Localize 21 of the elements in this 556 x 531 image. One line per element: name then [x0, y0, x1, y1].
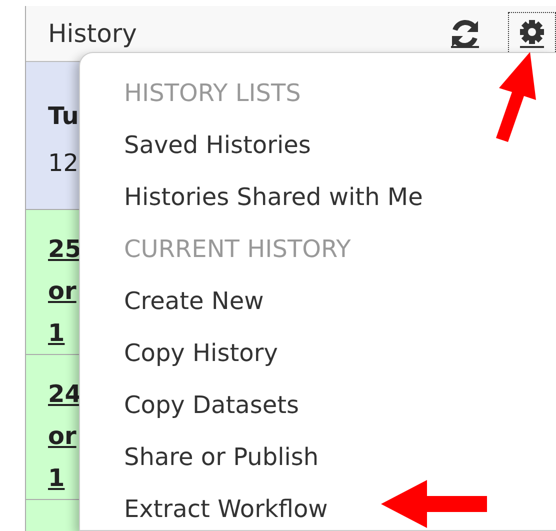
menu-item[interactable]: Histories Shared with Me [124, 171, 423, 223]
row-text[interactable]: 25 [48, 228, 82, 270]
row-text[interactable]: 1 [48, 312, 65, 354]
menu-header: CURRENT HISTORY [124, 234, 351, 265]
menu-item[interactable]: Copy History [124, 327, 278, 379]
menu-item[interactable]: Share or Publish [124, 431, 319, 483]
menu-item[interactable]: Copy Datasets [124, 379, 299, 431]
row-text: 12 [48, 148, 79, 179]
refresh-icon [449, 18, 481, 48]
menu-item[interactable]: Extract Workflow [124, 483, 328, 531]
row-text: Tu [48, 101, 79, 132]
row-text[interactable]: 24 [48, 373, 82, 415]
row-text[interactable]: or [48, 415, 76, 457]
arrow-icon [381, 480, 489, 528]
row-text[interactable]: 1 [48, 457, 65, 499]
menu-header: HISTORY LISTS [124, 78, 301, 109]
panel-title: History [48, 18, 138, 50]
menu-item[interactable]: Create New [124, 275, 264, 327]
settings-icon [517, 18, 547, 48]
menu-item[interactable]: Saved Histories [124, 119, 311, 171]
row-text[interactable]: or [48, 270, 76, 312]
